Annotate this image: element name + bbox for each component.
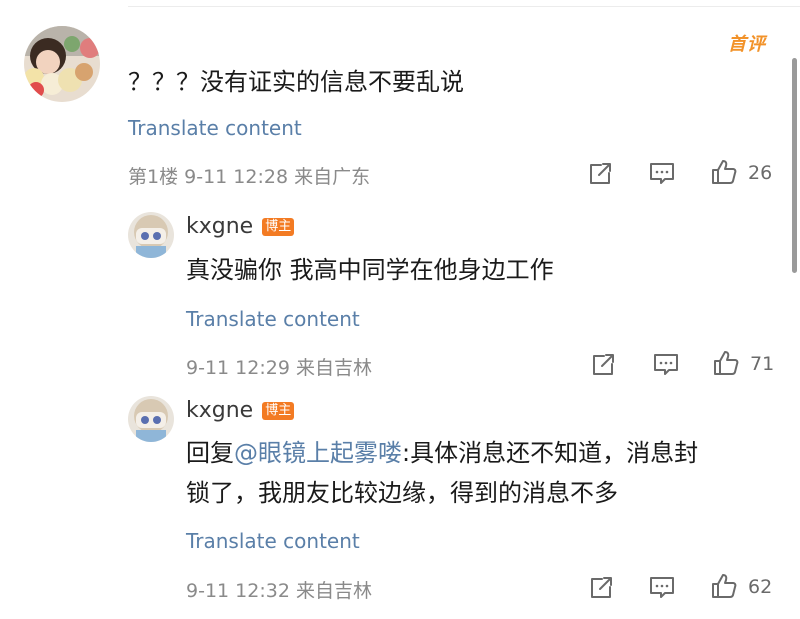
comment-location: 来自广东: [294, 166, 371, 188]
comment-time: 9-11 12:28: [184, 166, 289, 188]
translate-content-link[interactable]: Translate content: [186, 529, 360, 553]
thumbs-up-icon[interactable]: [710, 158, 738, 186]
reply-text: 真没骗你 我高中同学在他身边工作: [186, 256, 554, 284]
reply-location: 来自吉林: [295, 580, 372, 602]
top-divider: [128, 6, 800, 7]
reply-username[interactable]: kxgne: [186, 214, 253, 239]
reply-avatar[interactable]: [128, 212, 174, 258]
like-count: 26: [748, 162, 773, 184]
like-count: 71: [750, 353, 775, 375]
reply-location: 来自吉林: [295, 357, 372, 379]
translate-content-link[interactable]: Translate content: [186, 307, 360, 331]
reply-text-line-1: 回复@眼镜上起雾喽:具体消息还不知道，消息封: [186, 441, 698, 465]
reply-meta: 9-11 12:29 来自吉林: [186, 353, 372, 380]
comment-icon[interactable]: [648, 159, 676, 187]
reply-text-line-2: 锁了，我朋友比较边缘，得到的消息不多: [186, 479, 618, 507]
reply-username[interactable]: kxgne: [186, 398, 253, 423]
like-count: 62: [748, 576, 773, 598]
comment-text: ？？？没有证实的信息不要乱说: [128, 68, 464, 96]
scrollbar[interactable]: [792, 58, 797, 273]
reply-header: kxgne 博主: [186, 398, 295, 423]
reply-prefix: 回复: [186, 439, 234, 467]
author-badge: 博主: [262, 218, 295, 236]
comment-icon[interactable]: [652, 350, 680, 378]
share-icon[interactable]: [590, 350, 618, 378]
mention-link[interactable]: @眼镜上起雾喽: [234, 439, 402, 467]
reply-time: 9-11 12:29: [186, 357, 290, 379]
share-icon[interactable]: [587, 159, 615, 187]
comment-icon[interactable]: [648, 573, 676, 601]
first-comment-badge: 首评: [728, 34, 766, 55]
share-icon[interactable]: [588, 573, 616, 601]
comment-meta: 第1楼 9-11 12:28 来自广东: [128, 162, 370, 189]
author-badge: 博主: [262, 402, 295, 420]
translate-content-link[interactable]: Translate content: [128, 116, 302, 140]
avatar[interactable]: [24, 26, 100, 102]
thumbs-up-icon[interactable]: [710, 572, 738, 600]
reply-time: 9-11 12:32: [186, 580, 290, 602]
reply-text: :具体消息还不知道，消息封: [402, 439, 699, 467]
reply-meta: 9-11 12:32 来自吉林: [186, 576, 372, 603]
reply-header: kxgne 博主: [186, 214, 295, 239]
thumbs-up-icon[interactable]: [712, 349, 740, 377]
reply-avatar[interactable]: [128, 396, 174, 442]
floor-number: 第1楼: [128, 166, 179, 188]
